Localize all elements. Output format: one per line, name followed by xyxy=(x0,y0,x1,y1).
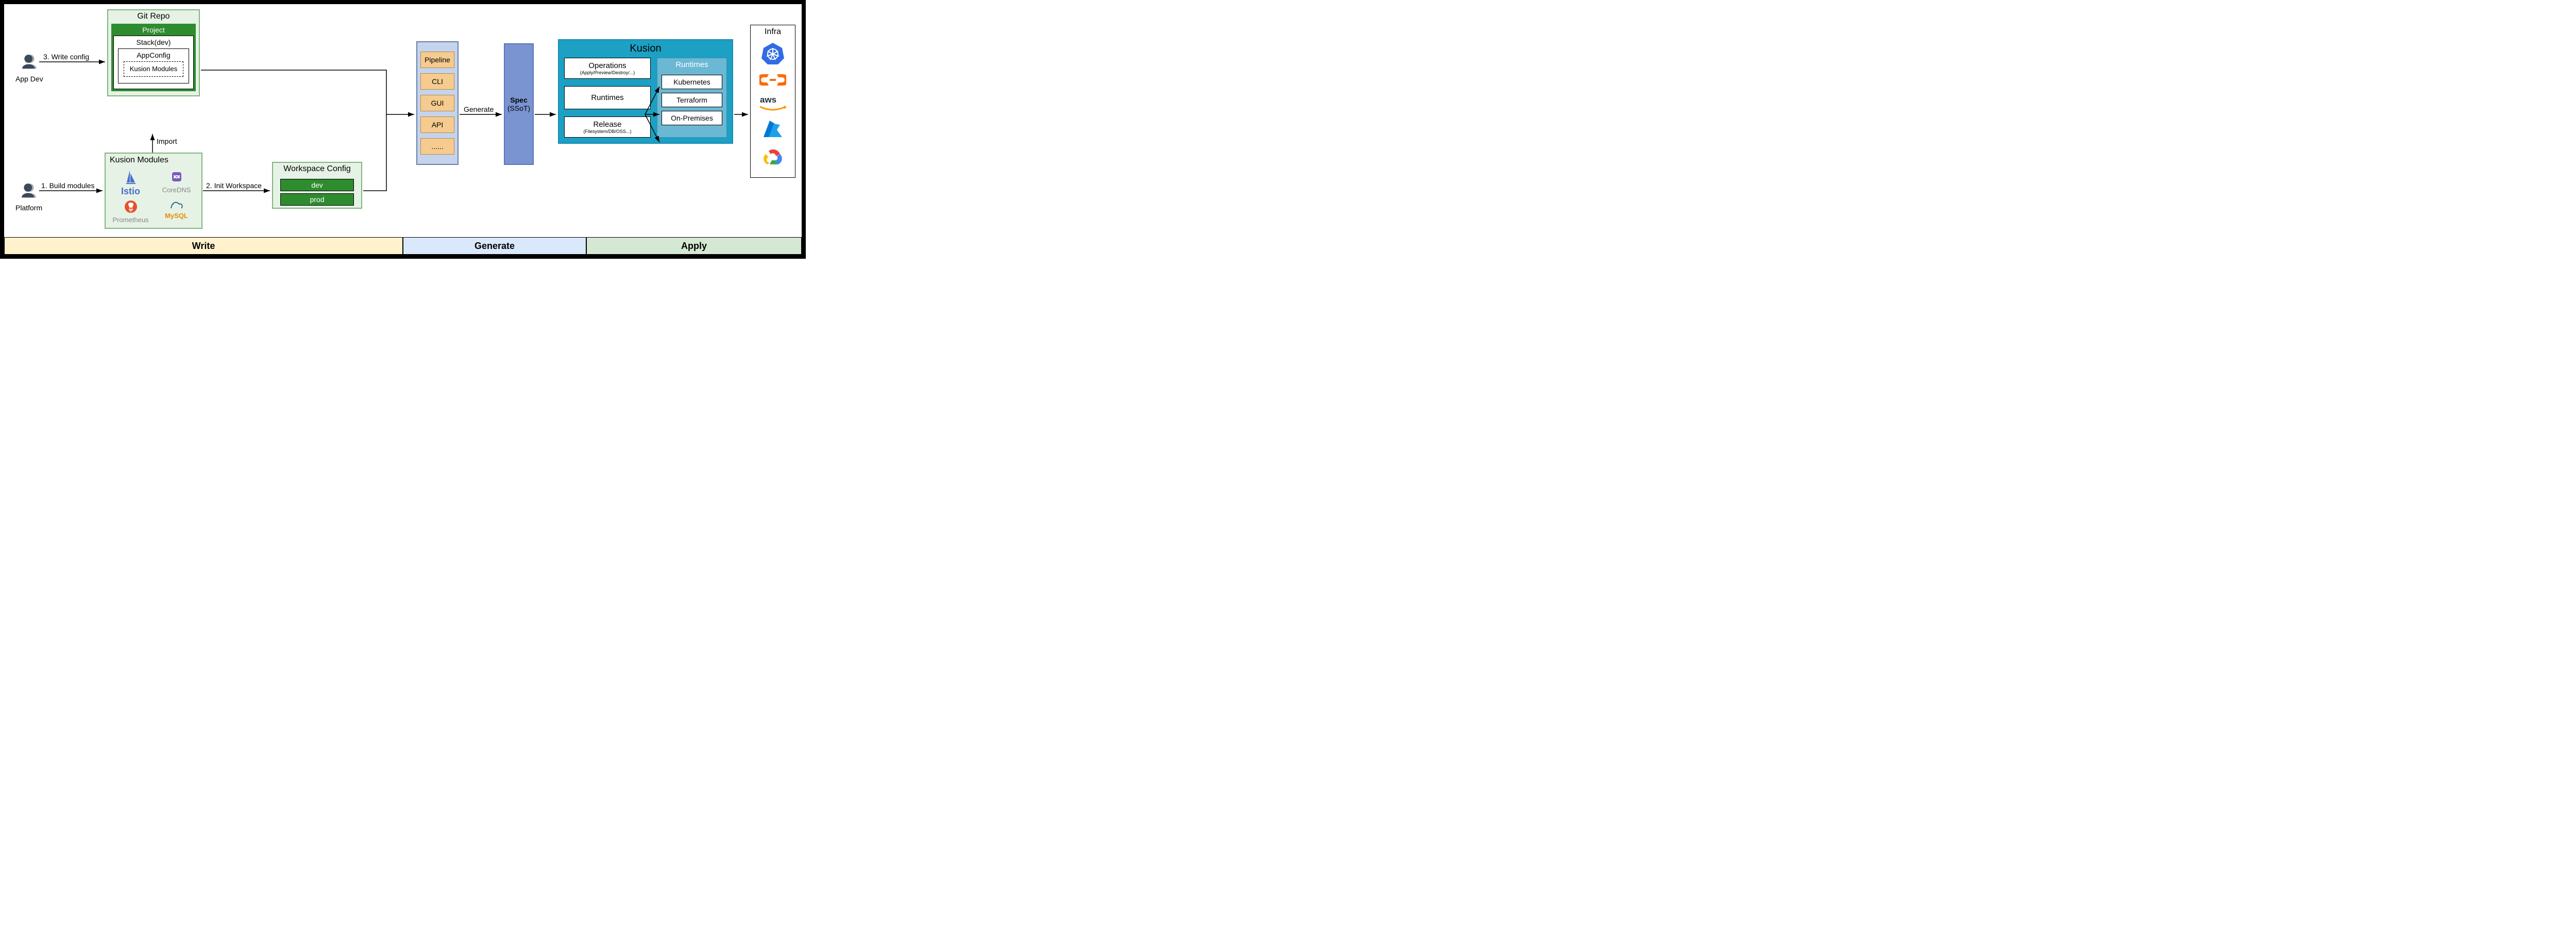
mysql-icon xyxy=(169,199,184,210)
release-sub: (Filesystem/DB/OSS...) xyxy=(566,129,649,134)
git-repo-title: Git Repo xyxy=(108,10,199,23)
user-icon xyxy=(18,180,40,202)
phase-generate: Generate xyxy=(403,237,586,255)
git-repo-box: Git Repo Project Stack(dev) AppConfig Ku… xyxy=(107,9,200,96)
spec-sublabel: (SSoT) xyxy=(507,104,530,112)
client-more: ...... xyxy=(420,138,454,155)
phase-write: Write xyxy=(4,237,403,255)
runtimes-panel-title: Runtimes xyxy=(660,60,723,71)
label-init-workspace: 2. Init Workspace xyxy=(206,181,262,190)
workspace-env-prod: prod xyxy=(280,193,354,206)
actor-platform-label: Platform xyxy=(15,204,42,212)
kusion-box: Kusion Operations (Apply/Preview/Destroy… xyxy=(558,39,733,144)
coredns-icon xyxy=(169,169,184,185)
phase-bar: Write Generate Apply xyxy=(4,237,802,255)
workspace-env-dev: dev xyxy=(280,179,354,191)
logo-coredns: CoreDNS xyxy=(155,169,198,197)
clients-column: Pipeline CLI GUI API ...... xyxy=(416,41,459,165)
logo-prometheus: Prometheus xyxy=(109,199,152,224)
client-api: API xyxy=(420,116,454,133)
spec-label: Spec xyxy=(510,96,527,104)
client-gui: GUI xyxy=(420,95,454,111)
alibaba-cloud-icon xyxy=(753,71,793,91)
logo-mysql: MySQL xyxy=(155,199,198,224)
release-box: Release (Filesystem/DB/OSS...) xyxy=(564,116,651,138)
appconfig-box: AppConfig Kusion Modules xyxy=(118,48,189,83)
operations-label: Operations xyxy=(588,61,626,70)
release-label: Release xyxy=(593,120,621,129)
phase-apply: Apply xyxy=(586,237,802,255)
kusion-modules-title: Kusion Modules xyxy=(106,154,201,167)
operations-box: Operations (Apply/Preview/Destroy/...) xyxy=(564,58,651,79)
runtime-terraform: Terraform xyxy=(662,93,722,107)
actor-app-dev: App Dev xyxy=(15,52,43,83)
mysql-label: MySQL xyxy=(155,212,198,220)
svg-text:aws: aws xyxy=(760,95,776,105)
diagram-root: Write Generate Apply App Dev Platform Gi… xyxy=(0,0,806,259)
workspace-config-box: Workspace Config dev prod xyxy=(272,162,362,209)
label-import: Import xyxy=(157,137,177,145)
coredns-label: CoreDNS xyxy=(155,186,198,194)
logo-istio: Istio xyxy=(109,169,152,197)
kusion-title: Kusion xyxy=(564,42,727,58)
appconfig-label: AppConfig xyxy=(137,51,170,59)
kusion-modules-inner: Kusion Modules xyxy=(124,61,183,77)
actor-platform: Platform xyxy=(15,180,42,212)
actor-app-dev-label: App Dev xyxy=(15,75,43,83)
prometheus-icon xyxy=(123,199,139,214)
user-icon xyxy=(19,52,40,73)
client-pipeline: Pipeline xyxy=(420,52,454,68)
istio-icon xyxy=(125,169,137,185)
infra-title: Infra xyxy=(753,27,793,39)
kusion-modules-logos: Istio CoreDNS Prometheus MySQL xyxy=(106,167,201,228)
stack-box: Stack(dev) AppConfig Kusion Modules xyxy=(113,36,194,89)
kusion-modules-box: Kusion Modules Istio CoreDNS Prometheus … xyxy=(105,153,202,229)
client-cli: CLI xyxy=(420,73,454,90)
label-generrate: Generate xyxy=(464,105,494,113)
istio-label: Istio xyxy=(109,186,152,197)
runtime-onpremises: On-Premises xyxy=(662,111,722,125)
azure-icon xyxy=(753,119,793,144)
label-write-config: 3. Write config xyxy=(43,53,89,61)
label-build-modules: 1. Build modules xyxy=(41,181,95,190)
gcp-icon xyxy=(753,147,793,170)
runtimes-panel: Runtimes Kubernetes Terraform On-Premise… xyxy=(657,58,727,138)
runtime-kubernetes: Kubernetes xyxy=(662,75,722,89)
infra-box: Infra aws xyxy=(750,25,795,178)
stack-label: Stack(dev) xyxy=(118,38,189,46)
prometheus-label: Prometheus xyxy=(109,216,152,224)
kubernetes-icon xyxy=(753,42,793,68)
spec-box: Spec (SSoT) xyxy=(504,43,534,165)
project-label: Project xyxy=(113,26,194,36)
operations-sub: (Apply/Preview/Destroy/...) xyxy=(566,70,649,75)
aws-icon: aws xyxy=(753,94,793,115)
project-box: Project Stack(dev) AppConfig Kusion Modu… xyxy=(111,24,196,91)
runtimes-button: Runtimes xyxy=(564,86,651,109)
workspace-config-title: Workspace Config xyxy=(273,163,361,177)
